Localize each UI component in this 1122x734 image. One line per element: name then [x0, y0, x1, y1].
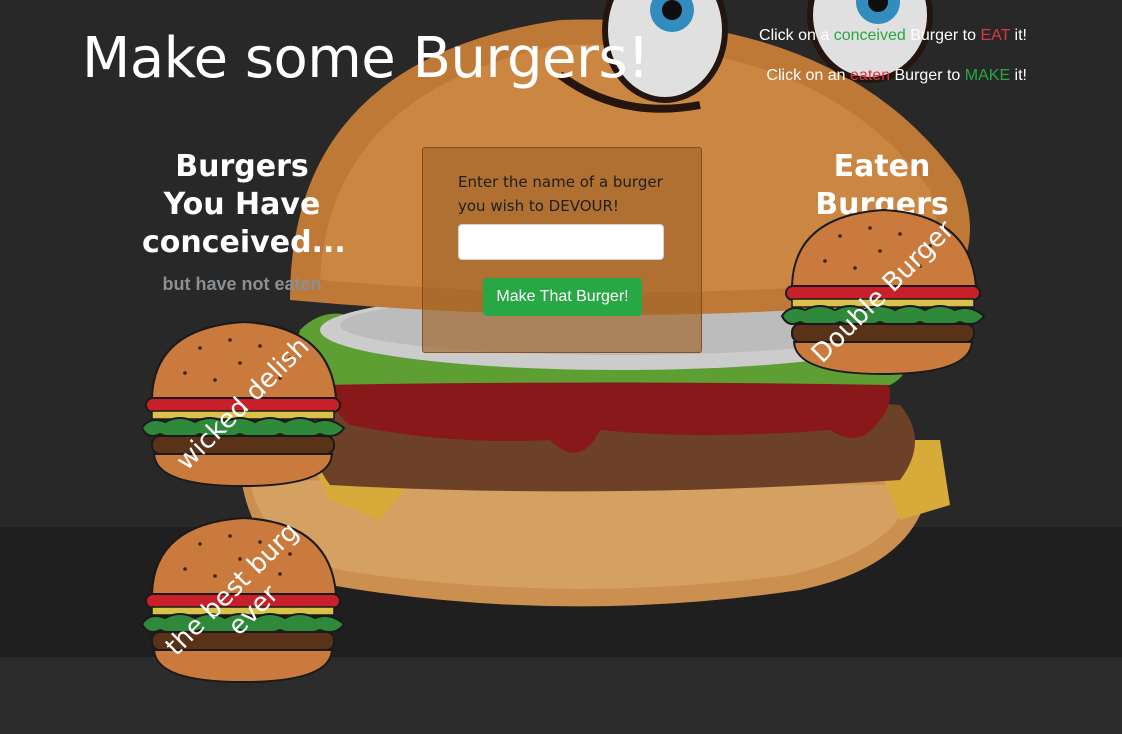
make-keyword: MAKE — [964, 67, 1011, 84]
instruction-text: Click on a — [759, 27, 834, 44]
conceived-burger-item[interactable]: the best burg ever — [140, 514, 346, 686]
instruction-make: Click on an eaten Burger to MAKE it! — [759, 66, 1027, 86]
eaten-burger-item[interactable]: Double Burger — [780, 206, 986, 378]
burger-name-label: Enter the name of a burger you wish to D… — [458, 173, 663, 215]
instruction-eat: Click on a conceived Burger to EAT it! — [759, 26, 1027, 46]
page-title: Make some Burgers! — [82, 26, 650, 91]
conceived-keyword: conceived — [833, 27, 906, 44]
burger-name-input[interactable] — [458, 224, 664, 260]
instruction-text: it! — [1010, 67, 1027, 84]
instruction-text: Burger to — [890, 67, 965, 84]
instructions: Click on a conceived Burger to EAT it! C… — [759, 26, 1027, 106]
instruction-text: it! — [1010, 27, 1027, 44]
make-burger-button[interactable]: Make That Burger! — [483, 278, 642, 316]
instruction-text: Click on an — [766, 67, 851, 84]
instruction-text: Burger to — [905, 27, 981, 44]
conceived-burger-item[interactable]: wicked delish — [140, 318, 346, 490]
conceived-burgers-heading: Burgers You Have conceived... — [142, 149, 346, 260]
eaten-keyword: eaten — [850, 67, 891, 84]
burger-form-card: Enter the name of a burger you wish to D… — [422, 147, 702, 353]
eat-keyword: EAT — [980, 27, 1011, 44]
